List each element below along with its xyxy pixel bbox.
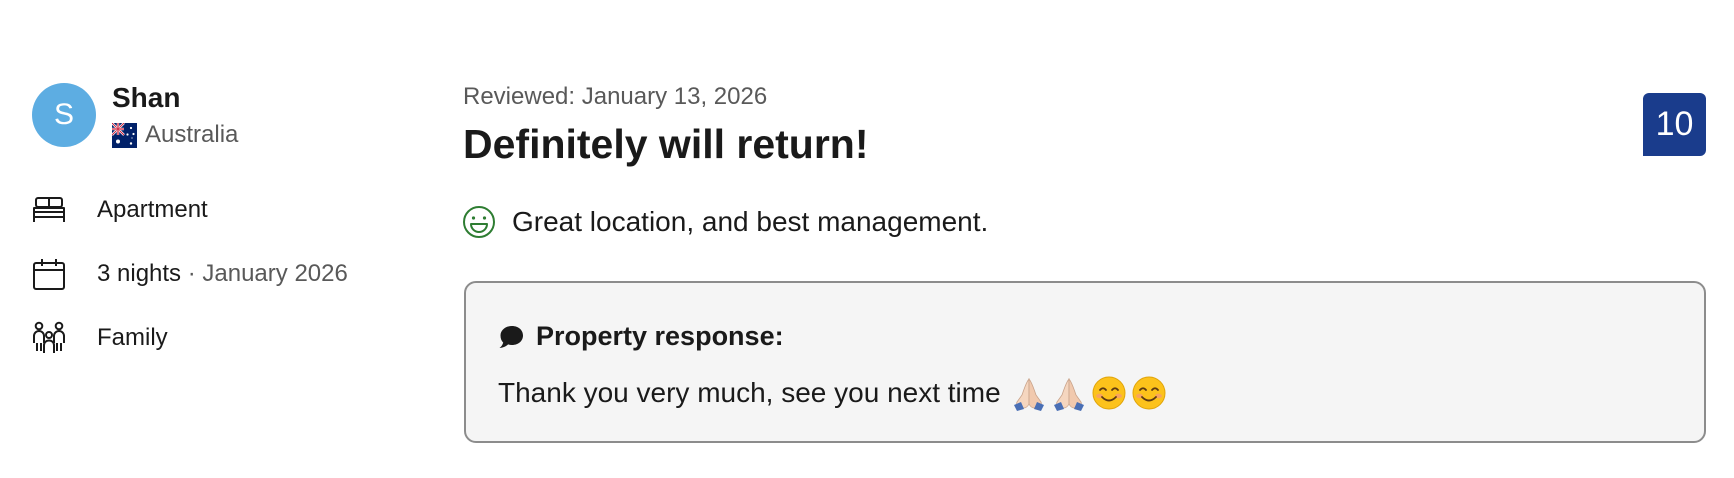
australia-flag-icon	[112, 122, 137, 148]
reviewer-country-row: Australia	[112, 121, 238, 149]
stay-nights: 3 nights	[97, 260, 182, 287]
traveler-type: Family	[97, 324, 168, 351]
score-badge: 10	[1643, 93, 1706, 156]
avatar: S	[32, 83, 96, 147]
property-response: Property response: Thank you very much, …	[464, 281, 1706, 443]
smiling-face-icon	[1092, 376, 1126, 410]
positive-comment: Great location, and best management.	[462, 205, 988, 239]
speech-bubble-icon	[499, 325, 523, 348]
smile-face-icon	[463, 206, 495, 238]
property-response-text: Thank you very much, see you next time	[498, 377, 1001, 408]
reviewed-date: Reviewed: January 13, 2026	[463, 83, 768, 110]
traveler-type-row: Family	[32, 318, 168, 358]
stay-date: January 2026	[202, 260, 348, 287]
folded-hands-icon	[1053, 378, 1084, 411]
property-response-message: Thank you very much, see you next time	[498, 375, 1167, 411]
smiling-face-icon	[1132, 376, 1166, 410]
property-response-header: Property response:	[498, 321, 784, 352]
family-icon	[33, 321, 65, 353]
room-type: Apartment	[97, 196, 208, 223]
reviewer-name: Shan	[112, 82, 181, 113]
reviewer-country: Australia	[145, 121, 239, 148]
positive-comment-text: Great location, and best management.	[512, 206, 989, 237]
reviewer-details: Shan Australia	[112, 81, 238, 149]
avatar-initial: S	[53, 98, 74, 131]
room-type-row: Apartment	[32, 190, 208, 230]
bed-icon	[33, 197, 65, 222]
stay-duration-row: 3 nights · January 2026	[32, 254, 348, 294]
stay-duration: 3 nights · January 2026	[97, 260, 348, 288]
property-response-label: Property response:	[536, 321, 784, 351]
response-emojis	[1011, 375, 1167, 411]
stay-separator: ·	[181, 260, 203, 287]
calendar-icon	[33, 259, 65, 290]
review-title: Definitely will return!	[463, 121, 869, 167]
reviewer-info: S Shan Australia	[32, 81, 238, 149]
score-value: 10	[1655, 105, 1694, 143]
folded-hands-icon	[1013, 378, 1044, 411]
